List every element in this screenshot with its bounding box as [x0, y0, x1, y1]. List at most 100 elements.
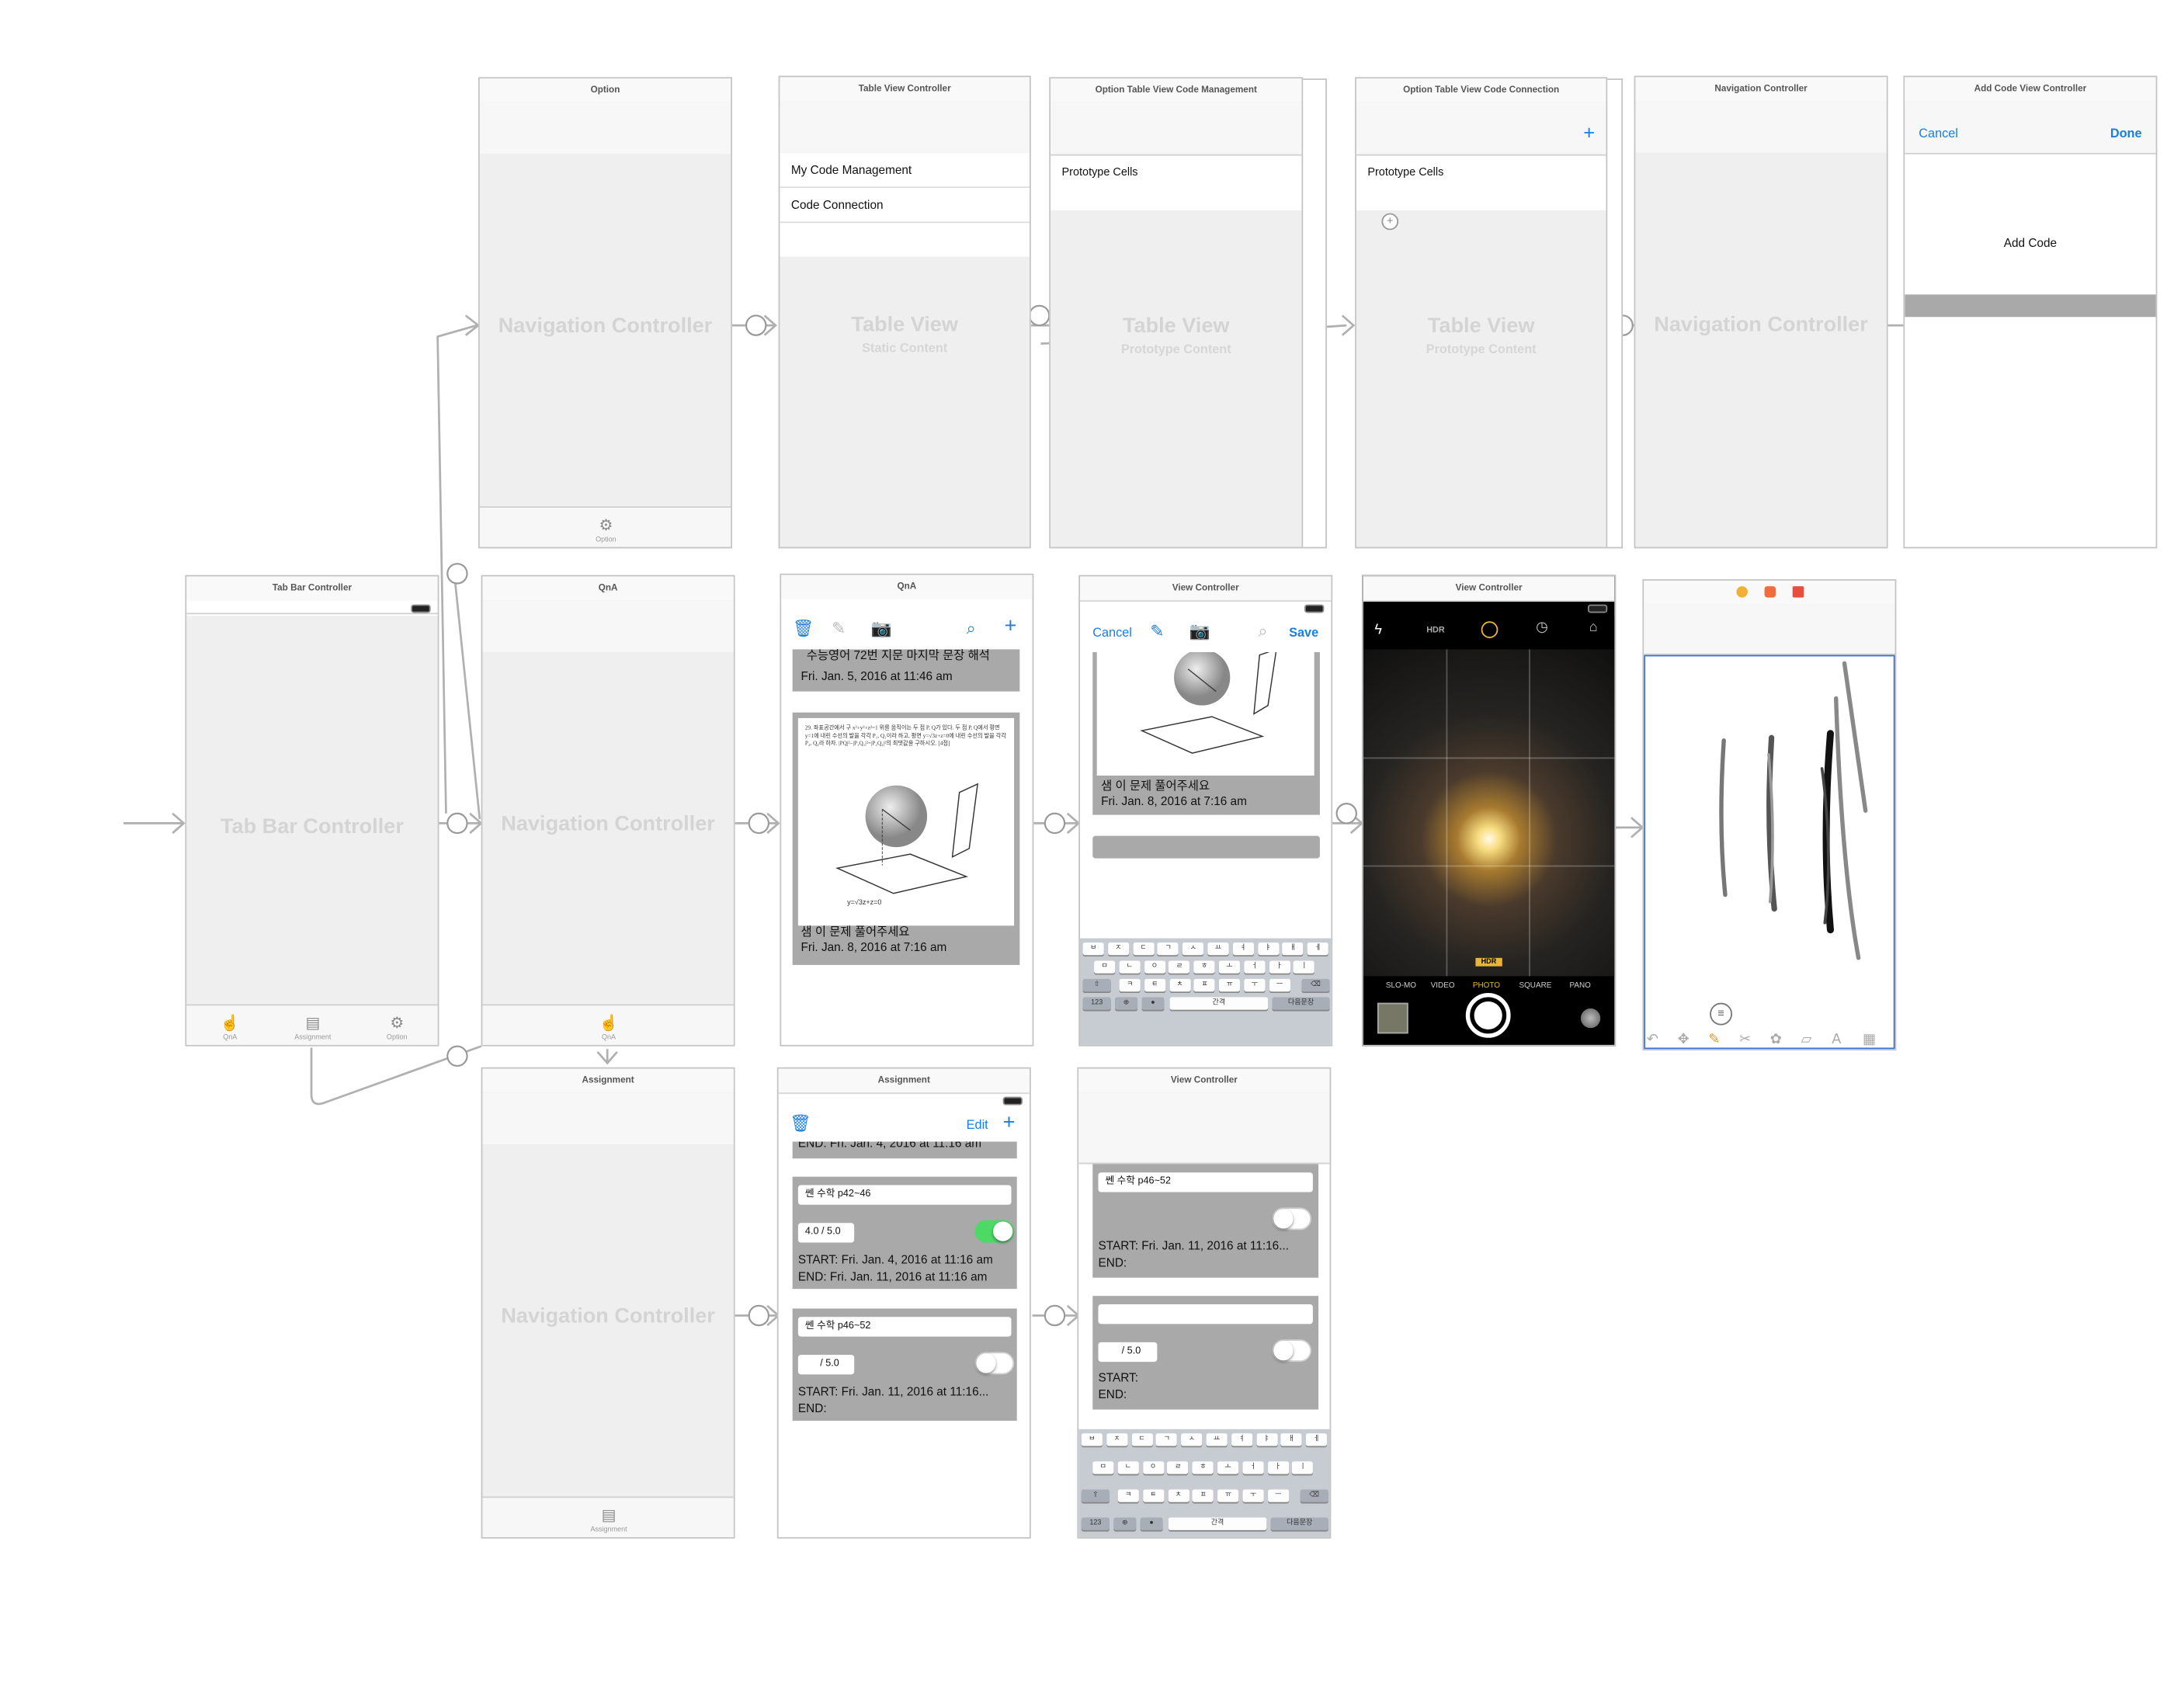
complete-toggle[interactable]	[1272, 1339, 1312, 1363]
scene-tab-bar-controller[interactable]: Tab Bar Controller Tab Bar Controller ☝ Q…	[185, 575, 439, 1047]
save-button[interactable]: Save	[1289, 626, 1318, 640]
assignment-name[interactable]: 쎈 수학 p46~52	[1098, 1172, 1313, 1192]
keyboard-key[interactable]: ㅎ	[1192, 1461, 1214, 1474]
keyboard-key[interactable]: ㅋ	[1119, 978, 1141, 992]
code-input-field[interactable]	[1905, 294, 2156, 318]
keyboard-key[interactable]: ㅜ	[1242, 1489, 1264, 1502]
qna-card[interactable]: 29. 좌표공간에서 구 x²+y²+z²=1 위를 움직이는 두 점 P, Q…	[792, 712, 1020, 965]
scene-table-view-controller[interactable]: Table View Controller My Code Management…	[778, 75, 1031, 549]
assignment-name[interactable]: 쎈 수학 p42~46	[797, 1185, 1012, 1205]
camera-viewfinder[interactable]: HDR	[1363, 649, 1615, 977]
keyboard-key[interactable]: ㅁ	[1094, 960, 1116, 974]
keyboard-key[interactable]: ㅂ	[1082, 942, 1104, 956]
keyboard-key[interactable]: ㅡ	[1269, 978, 1290, 992]
mode-photo[interactable]: PHOTO	[1473, 982, 1500, 991]
cancel-button[interactable]: Cancel	[1919, 127, 1958, 141]
globe-icon[interactable]: ⊕	[1113, 1517, 1137, 1530]
keyboard-key[interactable]: ㅕ	[1231, 1433, 1252, 1446]
trash-icon[interactable]: 🗑	[793, 619, 814, 638]
keyboard-key[interactable]: ㅠ	[1217, 1489, 1239, 1502]
assignment-card[interactable]: END: Fri. Jan. 4, 2016 at 11:16 am	[792, 1141, 1017, 1159]
keyboard-key[interactable]: ㄷ	[1132, 942, 1155, 956]
assignment-card[interactable]: 쎈 수학 p42~46 4.0 / 5.0 START: Fri. Jan. 4…	[792, 1176, 1017, 1290]
compose-icon[interactable]: ✎	[832, 619, 846, 638]
keyboard-key[interactable]: ㅗ	[1217, 1461, 1239, 1474]
qna-card[interactable]: 수능영어 72번 지문 마지막 문장 해석 Fri. Jan. 5, 2016 …	[792, 648, 1020, 692]
trash-icon[interactable]: 🗑	[790, 1113, 811, 1133]
camera-icon[interactable]: 📷	[871, 619, 892, 638]
add-button[interactable]: +	[1583, 120, 1595, 143]
scene-option-navigation[interactable]: Option Navigation Controller ⚙ Option	[478, 77, 732, 549]
keyboard-key[interactable]: ㅈ	[1107, 942, 1129, 956]
keyboard-key[interactable]: ㅎ	[1193, 960, 1215, 974]
grid-icon[interactable]: ▦	[1863, 1033, 1876, 1048]
assignment-name[interactable]: 쎈 수학 p46~52	[797, 1317, 1012, 1337]
scene-assignment-navigation[interactable]: Assignment Navigation Controller ▤ Assign…	[481, 1067, 735, 1539]
shift-key[interactable]: ⇧	[1082, 978, 1111, 992]
keyboard-key[interactable]: ㅡ	[1267, 1489, 1289, 1502]
compose-icon[interactable]: ✎	[1150, 621, 1164, 640]
camera-icon[interactable]: 📷	[1189, 621, 1210, 640]
space-key[interactable]: 간격	[1168, 1517, 1267, 1530]
complete-toggle[interactable]	[1272, 1207, 1312, 1231]
keyboard-key[interactable]: ㅌ	[1142, 1489, 1165, 1502]
keyboard-key[interactable]: ㄹ	[1169, 960, 1190, 974]
scene-qna-detail[interactable]: View Controller Cancel ✎ 📷 ⌕ Save 샘 이 문제…	[1078, 575, 1333, 1047]
keyboard-key[interactable]: ㅏ	[1267, 1461, 1289, 1474]
drawing-area[interactable]	[1644, 654, 1895, 1050]
mode-square[interactable]: SQUARE	[1519, 982, 1551, 991]
keyboard-key[interactable]: ㅅ	[1183, 942, 1204, 956]
table-cell-code-management[interactable]: My Code Management	[780, 152, 1030, 189]
mic-icon[interactable]: ●	[1141, 997, 1165, 1010]
palette-icon[interactable]: ✿	[1770, 1033, 1782, 1048]
scene-assignment-list[interactable]: Assignment 🗑 Edit + END: Fri. Jan. 4, 20…	[776, 1067, 1031, 1539]
scene-camera[interactable]: View Controller ϟ HDR ◷ ⌂ HDR SLO-MO VID…	[1362, 575, 1617, 1047]
keyboard-key[interactable]: ㅛ	[1206, 1433, 1228, 1446]
add-icon[interactable]: +	[1003, 1111, 1016, 1135]
assignment-card[interactable]: 쎈 수학 p46~52 / 5.0 START: Fri. Jan. 11, 2…	[792, 1308, 1017, 1421]
space-key[interactable]: 간격	[1169, 997, 1269, 1010]
return-key[interactable]: 다음문장	[1270, 1517, 1328, 1530]
keyboard-key[interactable]: ㅑ	[1255, 1433, 1277, 1446]
keyboard-key[interactable]: ㅊ	[1169, 978, 1190, 992]
korean-keyboard[interactable]: ⇧ ⌫ 123 ⊕ ● 간격 다음문장 ㅂㅈㄷㄱㅅㅛㅕㅑㅐㅔㅁㄴㅇㄹㅎㅗㅓㅏㅣㅋ…	[1080, 938, 1332, 1045]
undo-icon[interactable]: ↶	[1647, 1033, 1658, 1048]
question-card[interactable]: 샘 이 문제 풀어주세요 Fri. Jan. 8, 2016 at 7:16 a…	[1092, 652, 1320, 815]
filters-icon[interactable]	[1580, 1008, 1601, 1029]
scene-qna-list[interactable]: QnA 🗑 ✎ 📷 ⌕ + 수능영어 72번 지문 마지막 문장 해석 Fri.…	[780, 573, 1034, 1047]
keyboard-key[interactable]: ㅁ	[1092, 1461, 1114, 1474]
text-icon[interactable]: A	[1832, 1033, 1841, 1048]
shutter-button[interactable]	[1465, 993, 1511, 1038]
keyboard-key[interactable]: ㅐ	[1281, 1433, 1303, 1446]
assignment-card[interactable]: / 5.0 START: END:	[1092, 1296, 1319, 1410]
keyboard-key[interactable]: ㅈ	[1106, 1433, 1128, 1446]
search-icon[interactable]: ⌕	[1258, 621, 1267, 642]
score-field[interactable]: / 5.0	[1098, 1342, 1158, 1363]
keyboard-key[interactable]: ㅔ	[1307, 942, 1329, 956]
score-field[interactable]: 4.0 / 5.0	[797, 1223, 855, 1243]
scene-add-code-view-controller[interactable]: Add Code View Controller Cancel Done Add…	[1903, 75, 2158, 549]
keyboard-key[interactable]: ㅇ	[1144, 960, 1165, 974]
score-field[interactable]: / 5.0	[797, 1355, 855, 1375]
keyboard-key[interactable]: ㅋ	[1117, 1489, 1139, 1502]
keyboard-key[interactable]: ㅑ	[1257, 942, 1279, 956]
keyboard-key[interactable]: ㅔ	[1306, 1433, 1328, 1446]
scissors-icon[interactable]: ✂	[1739, 1033, 1751, 1048]
keyboard-key[interactable]: ㅊ	[1168, 1489, 1189, 1502]
scene-navigation-controller[interactable]: Navigation Controller Navigation Control…	[1634, 75, 1888, 549]
scene-code-management[interactable]: Option Table View Code Management Protot…	[1049, 77, 1304, 549]
keyboard-key[interactable]: ㄹ	[1167, 1461, 1189, 1474]
add-icon[interactable]: +	[1004, 614, 1016, 638]
mode-slomo[interactable]: SLO-MO	[1386, 982, 1416, 991]
mode-pano[interactable]: PANO	[1569, 982, 1590, 991]
complete-toggle[interactable]	[974, 1220, 1015, 1243]
cancel-button[interactable]: Cancel	[1092, 626, 1132, 640]
eraser-icon[interactable]: ▱	[1801, 1033, 1812, 1048]
keyboard-key[interactable]: ㅅ	[1181, 1433, 1203, 1446]
flash-off-icon[interactable]: ϟ	[1374, 623, 1382, 638]
pencil-icon[interactable]: ✎	[1708, 1033, 1720, 1048]
tab-assignment[interactable]: ▤ Assignment	[574, 1508, 644, 1534]
scene-code-connection[interactable]: Option Table View Code Connection + Prot…	[1355, 77, 1608, 549]
delete-key[interactable]: ⌫	[1300, 1489, 1328, 1502]
hdr-toggle[interactable]: HDR	[1426, 627, 1444, 636]
